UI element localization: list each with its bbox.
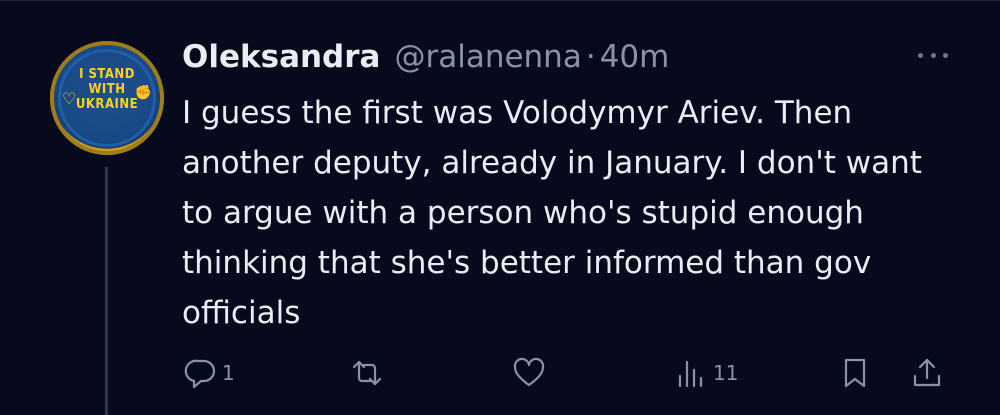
bookmark-button[interactable] xyxy=(838,353,872,393)
avatar[interactable]: I STAND WITH UKRAINE ♡ ✊ xyxy=(50,41,164,155)
separator-dot: · xyxy=(585,39,596,75)
avatar-line-1: I STAND xyxy=(79,67,135,82)
tweet-actions: 1 11 xyxy=(0,353,1000,393)
views-count: 11 xyxy=(713,361,739,385)
tweet-text: I guess the first was Volodymyr Ariev. T… xyxy=(182,95,922,331)
retweet-button[interactable] xyxy=(350,353,388,393)
reply-count: 1 xyxy=(222,361,235,385)
like-button[interactable] xyxy=(512,353,550,393)
more-horizontal-icon[interactable] xyxy=(918,45,948,65)
bookmark-icon xyxy=(844,358,866,388)
author-name[interactable]: Oleksandra xyxy=(182,39,380,75)
more-dot xyxy=(918,52,923,58)
heart-icon: ♡ xyxy=(62,89,77,108)
share-icon xyxy=(913,358,941,387)
retweet-icon xyxy=(352,360,382,386)
author-handle[interactable]: @ralanenna xyxy=(394,39,581,75)
tweet-header: Oleksandra @ralanenna · 40m xyxy=(182,39,669,79)
tweet-card: I STAND WITH UKRAINE ♡ ✊ Oleksandra @ral… xyxy=(0,0,1000,415)
heart-icon xyxy=(513,357,545,387)
timestamp[interactable]: 40m xyxy=(600,39,670,75)
views-chart-icon xyxy=(678,360,703,388)
reply-button[interactable]: 1 xyxy=(184,353,235,393)
more-dot xyxy=(930,52,936,58)
reply-icon xyxy=(184,359,216,389)
hand-icon: ✊ xyxy=(134,85,152,101)
more-dot xyxy=(943,52,948,58)
share-button[interactable] xyxy=(910,353,944,393)
views-button[interactable]: 11 xyxy=(675,353,738,393)
